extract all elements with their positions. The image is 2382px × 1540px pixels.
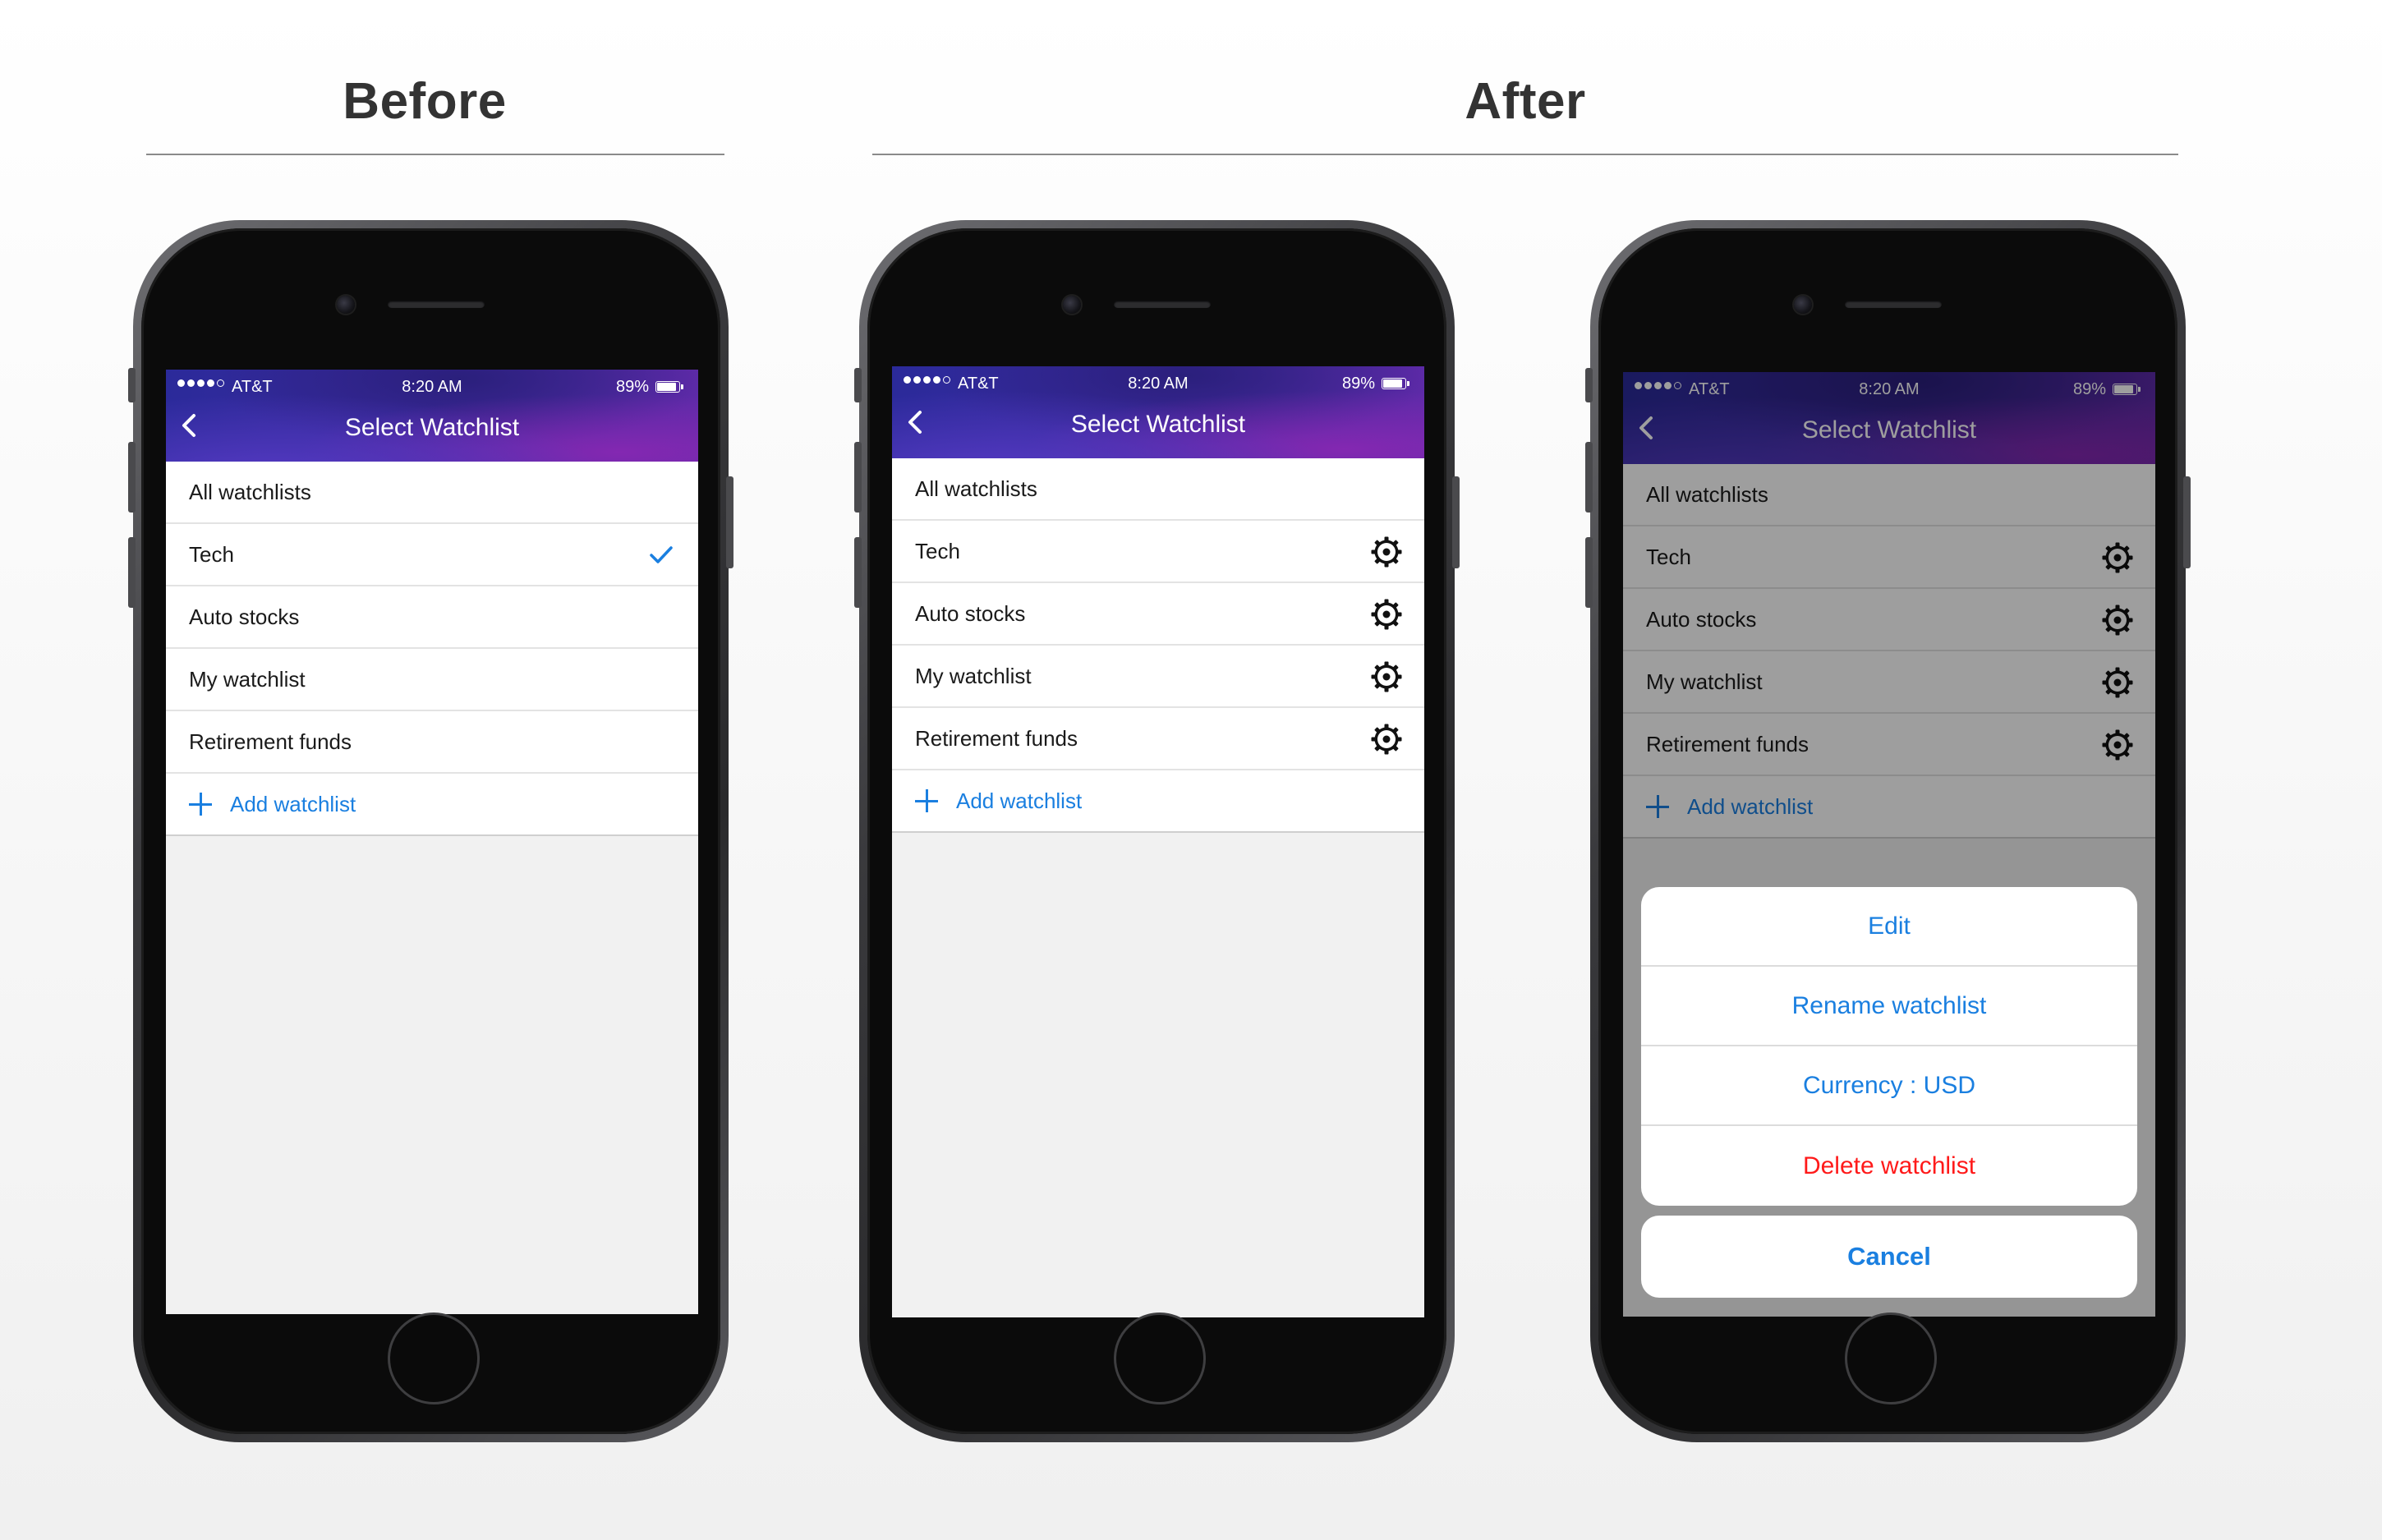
add-watchlist-button[interactable]: Add watchlist	[892, 770, 1424, 833]
earpiece-speaker	[1845, 301, 1942, 308]
phone-before: AT&T 8:20 AM 89% Select Watchlist All wa…	[133, 220, 729, 1442]
volume-down-button	[854, 537, 862, 608]
action-sheet: Edit Rename watchlist Currency : USD Del…	[1641, 887, 2137, 1298]
mute-switch	[854, 368, 862, 402]
earpiece-speaker	[1114, 301, 1211, 308]
after-divider	[872, 154, 2178, 155]
checkmark-icon	[650, 546, 673, 563]
home-button[interactable]	[388, 1312, 480, 1404]
gear-icon[interactable]	[1370, 723, 1403, 756]
watchlist-label: Retirement funds	[189, 729, 352, 754]
watchlist-item-mine[interactable]: My watchlist	[892, 646, 1424, 708]
power-button	[1452, 476, 1460, 568]
watchlist-label: Retirement funds	[915, 725, 1078, 751]
page-title: Select Watchlist	[344, 414, 520, 441]
watchlist-list: All watchlists Tech Auto stocks My watch…	[166, 462, 698, 836]
front-camera	[1794, 296, 1812, 314]
gear-icon[interactable]	[1370, 536, 1403, 568]
volume-up-button	[128, 442, 136, 513]
watchlist-item-auto[interactable]: Auto stocks	[892, 583, 1424, 646]
before-divider	[146, 154, 724, 155]
delete-watchlist-button[interactable]: Delete watchlist	[1641, 1126, 2137, 1206]
status-bar: AT&T 8:20 AM 89%	[892, 375, 1424, 393]
battery-icon	[655, 381, 683, 393]
before-heading: Before	[343, 73, 507, 130]
volume-up-button	[854, 442, 862, 513]
watchlist-item-tech[interactable]: Tech	[892, 521, 1424, 583]
action-sheet-options: Edit Rename watchlist Currency : USD Del…	[1641, 887, 2137, 1206]
watchlist-label: All watchlists	[915, 476, 1037, 501]
volume-up-button	[1585, 442, 1593, 513]
watchlist-list: All watchlists Tech Auto stocks My watch…	[892, 458, 1424, 833]
watchlist-label: Auto stocks	[915, 600, 1026, 626]
front-camera	[337, 296, 355, 314]
watchlist-item-tech[interactable]: Tech	[166, 524, 698, 586]
screen: AT&T 8:20 AM 89% Select Watchlist All wa…	[892, 366, 1424, 1317]
mute-switch	[128, 368, 136, 402]
watchlist-item-retirement[interactable]: Retirement funds	[892, 708, 1424, 770]
watchlist-item-retirement[interactable]: Retirement funds	[166, 711, 698, 774]
power-button	[2183, 476, 2191, 568]
volume-down-button	[1585, 537, 1593, 608]
battery-percent: 89%	[1341, 375, 1375, 393]
volume-down-button	[128, 537, 136, 608]
gear-icon[interactable]	[1370, 660, 1403, 693]
phone-after-list: AT&T 8:20 AM 89% Select Watchlist All wa…	[859, 220, 1455, 1442]
status-bar: AT&T 8:20 AM 89%	[166, 378, 698, 396]
watchlist-label: Tech	[189, 541, 234, 567]
nav-bar: AT&T 8:20 AM 89% Select Watchlist	[166, 370, 698, 462]
home-button[interactable]	[1845, 1312, 1937, 1404]
cancel-button[interactable]: Cancel	[1641, 1216, 2137, 1298]
currency-button[interactable]: Currency : USD	[1641, 1046, 2137, 1126]
power-button	[726, 476, 733, 568]
watchlist-label: Tech	[915, 538, 960, 563]
screen: AT&T 8:20 AM 89% Select Watchlist All wa…	[1623, 372, 2155, 1317]
add-watchlist-button[interactable]: Add watchlist	[166, 774, 698, 836]
earpiece-speaker	[388, 301, 485, 308]
watchlist-label: Auto stocks	[189, 604, 300, 629]
watchlist-item-auto[interactable]: Auto stocks	[166, 586, 698, 649]
watchlist-label: All watchlists	[189, 479, 311, 504]
watchlist-item-mine[interactable]: My watchlist	[166, 649, 698, 711]
home-button[interactable]	[1114, 1312, 1206, 1404]
battery-icon	[1382, 378, 1409, 389]
watchlist-item-all[interactable]: All watchlists	[166, 462, 698, 524]
mute-switch	[1585, 368, 1593, 402]
screen: AT&T 8:20 AM 89% Select Watchlist All wa…	[166, 370, 698, 1314]
after-heading: After	[1465, 73, 1586, 130]
page-title: Select Watchlist	[1070, 411, 1246, 438]
phone-after-sheet: AT&T 8:20 AM 89% Select Watchlist All wa…	[1590, 220, 2186, 1442]
add-watchlist-label: Add watchlist	[230, 791, 356, 816]
gear-icon[interactable]	[1370, 598, 1403, 631]
rename-watchlist-button[interactable]: Rename watchlist	[1641, 967, 2137, 1046]
watchlist-label: My watchlist	[915, 663, 1032, 688]
front-camera	[1063, 296, 1081, 314]
watchlist-label: My watchlist	[189, 666, 306, 692]
plus-icon	[189, 793, 212, 816]
add-watchlist-label: Add watchlist	[956, 788, 1083, 813]
watchlist-item-all[interactable]: All watchlists	[892, 458, 1424, 521]
battery-percent: 89%	[615, 378, 649, 396]
nav-bar: AT&T 8:20 AM 89% Select Watchlist	[892, 366, 1424, 458]
plus-icon	[915, 789, 938, 812]
edit-button[interactable]: Edit	[1641, 887, 2137, 967]
